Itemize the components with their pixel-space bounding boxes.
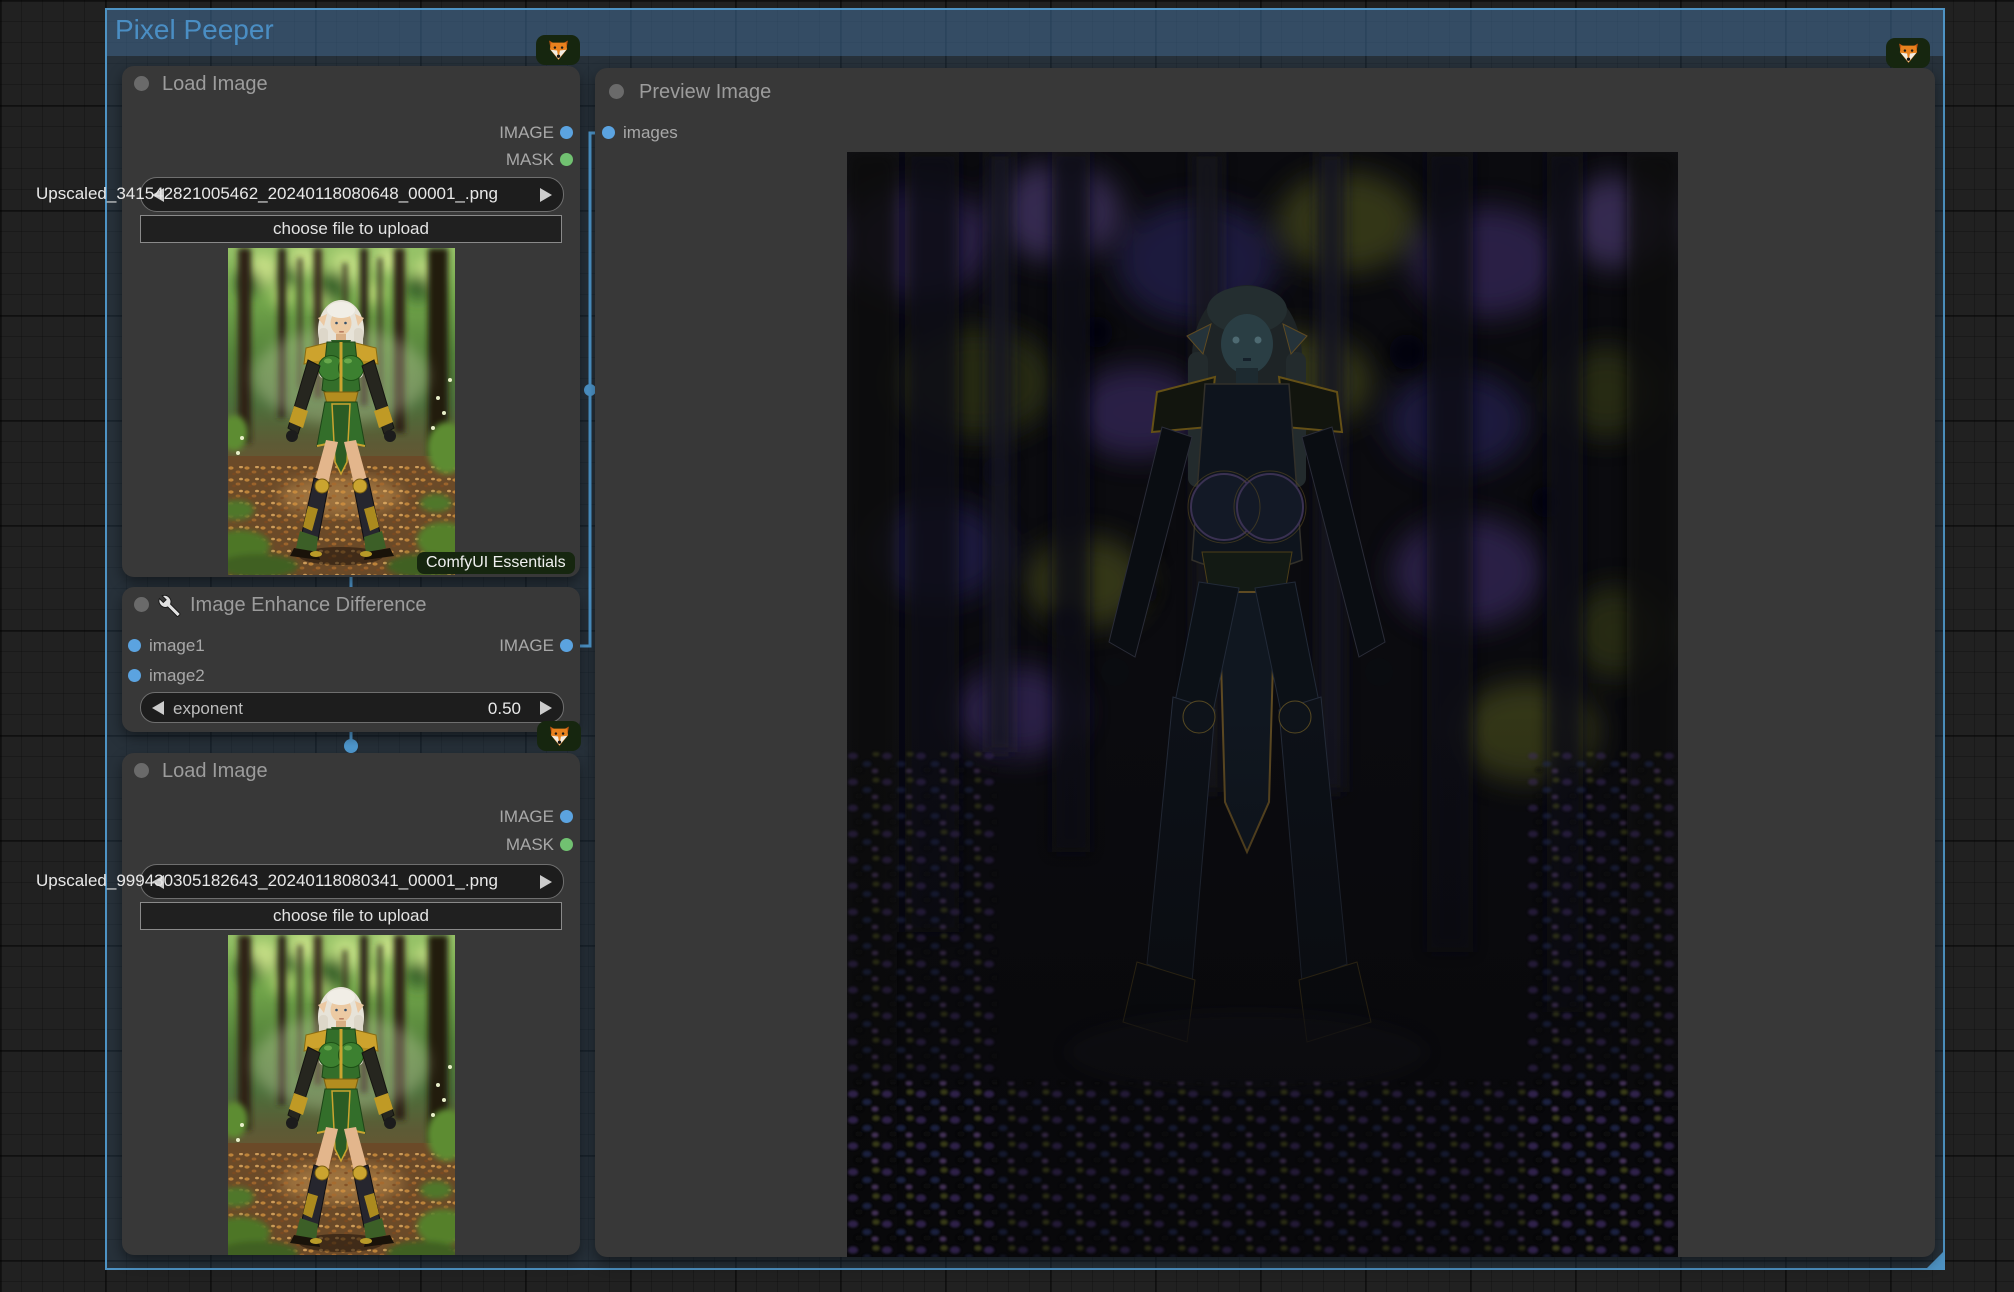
output-port-image[interactable] [560,126,573,139]
loaded-image-preview [228,248,455,575]
difference-image-preview [847,152,1678,1257]
node-preview-image[interactable]: Preview Image images [595,68,1935,1257]
node-source-badge [537,721,581,751]
output-label-image: IMAGE [499,123,554,142]
combo-next-icon[interactable] [540,874,552,889]
output-label-image: IMAGE [499,807,554,826]
output-label-mask: MASK [505,150,554,169]
input-label-images: images [623,123,678,142]
node-title: Image Enhance Difference [190,594,427,616]
choose-file-button[interactable]: choose file to upload [140,215,562,243]
loaded-image-preview [228,935,455,1255]
node-load-image-1[interactable]: Load Image IMAGE MASK Upscaled_341542821… [36,66,580,577]
image-combo-widget[interactable] [140,864,564,899]
group-titlebar[interactable]: Pixel Peeper [107,10,1943,56]
node-graph-canvas[interactable]: Pixel Peeper Load Image IMAGE MASK Upsca… [0,0,2014,1292]
group-title: Pixel Peeper [115,14,274,45]
exponent-widget[interactable]: exponent 0.50 [140,692,564,723]
output-label-image: IMAGE [499,636,554,655]
fox-logo-icon [1897,42,1920,65]
node-title: Load Image [162,760,268,782]
collapse-dot[interactable] [609,84,624,99]
output-port-mask[interactable] [560,838,573,851]
node-header[interactable]: Load Image [122,753,580,789]
widget-value[interactable]: 0.50 [488,693,521,722]
combo-next-icon[interactable] [540,187,552,202]
node-header[interactable]: Load Image [122,66,580,102]
node-pack-badge: ComfyUI Essentials [417,552,575,574]
combo-prev-icon[interactable] [152,874,164,889]
output-port-image[interactable] [560,810,573,823]
image-combo-widget[interactable] [140,177,564,212]
output-port-mask[interactable] [560,153,573,166]
collapse-dot[interactable] [134,597,149,612]
choose-file-button[interactable]: choose file to upload [140,902,562,930]
input-label-image1: image1 [149,636,205,655]
output-label-mask: MASK [505,835,554,854]
combo-prev-icon[interactable] [152,187,164,202]
wrench-icon [158,593,182,617]
node-header[interactable]: Preview Image [595,68,1935,116]
input-port-image1[interactable] [128,639,141,652]
node-title: Load Image [162,73,268,95]
node-header[interactable]: Image Enhance Difference [122,587,580,623]
fox-logo-icon [548,725,571,748]
collapse-dot[interactable] [134,76,149,91]
node-title: Preview Image [639,81,772,103]
node-image-enhance-difference[interactable]: Image Enhance Difference image1 IMAGE im… [122,587,580,732]
decrement-icon[interactable] [152,700,164,715]
node-load-image-2[interactable]: Load Image IMAGE MASK Upscaled_999430305… [36,753,580,1255]
fox-logo-icon [547,39,570,62]
node-source-badge [536,35,580,65]
input-label-image2: image2 [149,666,205,685]
increment-icon[interactable] [540,700,552,715]
widget-label: exponent [173,699,243,718]
output-port-image[interactable] [560,639,573,652]
node-source-badge [1886,38,1930,68]
input-port-images[interactable] [602,126,615,139]
collapse-dot[interactable] [134,763,149,778]
input-port-image2[interactable] [128,669,141,682]
